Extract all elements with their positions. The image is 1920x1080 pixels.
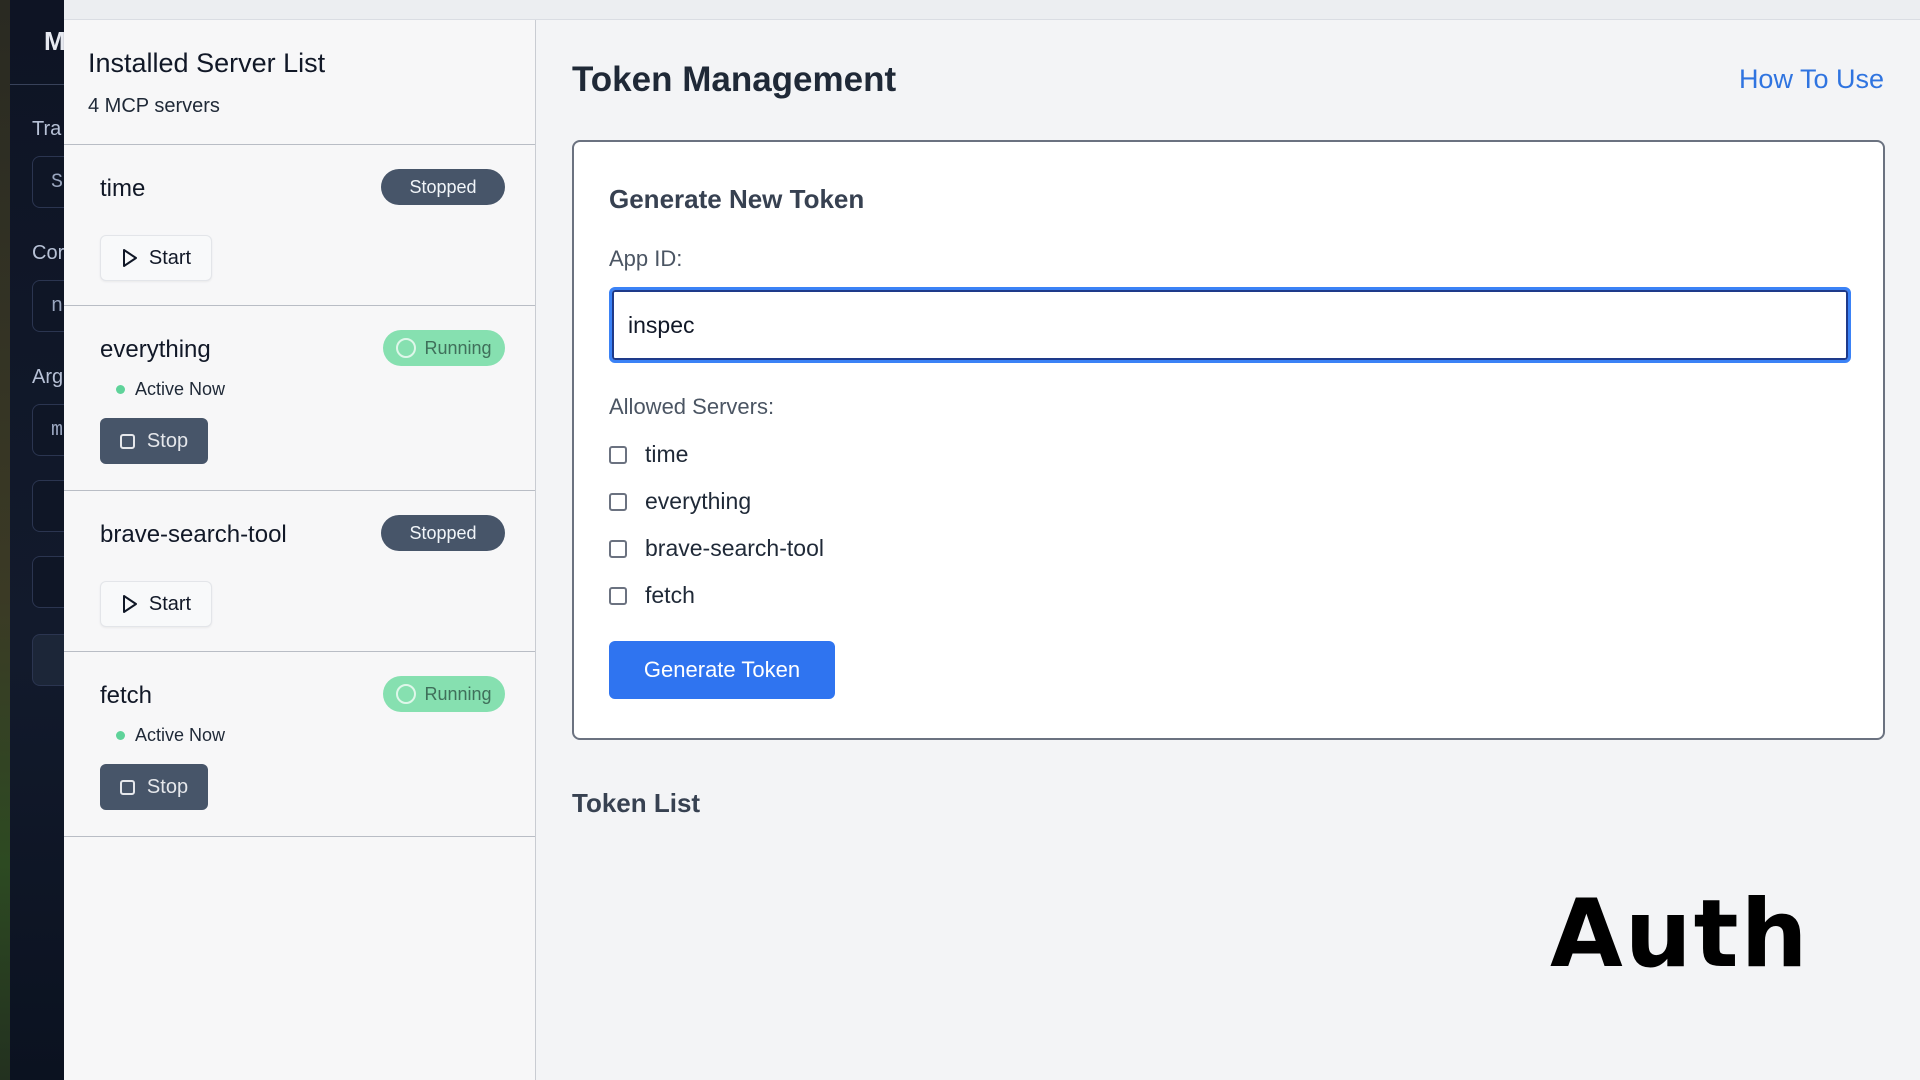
auth-overlay-caption: Auth: [1550, 880, 1810, 989]
checkbox[interactable]: [609, 586, 627, 605]
start-button[interactable]: Start: [100, 581, 212, 627]
status-label: Running: [424, 337, 492, 358]
app-id-label: App ID:: [609, 246, 683, 271]
server-count: 4 MCP servers: [88, 95, 220, 117]
active-label: Active Now: [135, 379, 226, 399]
allowed-server-fetch[interactable]: fetch: [609, 582, 695, 609]
checkbox[interactable]: [609, 492, 627, 511]
loading-spinner-icon: [396, 338, 417, 358]
play-icon: [122, 595, 137, 613]
allowed-servers-label: Allowed Servers:: [609, 394, 775, 419]
generate-token-button[interactable]: Generate Token: [609, 641, 835, 699]
active-dot-icon: [116, 385, 125, 394]
active-indicator: Active Now: [116, 379, 225, 400]
sidebar-title: Installed Server List: [88, 48, 326, 78]
stop-icon: [119, 433, 135, 449]
server-name: fetch: [100, 682, 153, 709]
status-badge: Stopped: [381, 169, 505, 205]
server-item-everything: everything Running Active Now Stop: [64, 306, 535, 491]
checkbox[interactable]: [609, 445, 627, 464]
status-label: Stopped: [409, 522, 477, 543]
background-app-fragment: M: [44, 26, 64, 56]
page-title: Token Management: [572, 60, 897, 99]
checkbox-label: everything: [645, 488, 752, 514]
play-icon: [122, 249, 137, 267]
status-badge: Running: [383, 330, 505, 366]
background-app-field: S: [32, 156, 64, 208]
background-app-field: [32, 634, 64, 686]
background-app-fragment: Arg: [32, 366, 64, 388]
loading-spinner-icon: [396, 684, 417, 704]
server-item-brave-search-tool: brave-search-tool Stopped Start: [64, 491, 535, 652]
background-app-field: [32, 556, 64, 608]
active-dot-icon: [116, 731, 125, 740]
background-app-field: [32, 480, 64, 532]
active-indicator: Active Now: [116, 725, 225, 746]
background-app-fragment: m: [51, 419, 64, 442]
token-list-title: Token List: [572, 788, 701, 818]
sidebar-header: Installed Server List 4 MCP servers: [64, 20, 535, 145]
background-app-fragment: Cor: [32, 242, 64, 264]
start-button-label: Start: [148, 246, 192, 269]
status-badge: Stopped: [381, 515, 505, 551]
status-label: Running: [424, 683, 492, 704]
stop-button-label: Stop: [146, 429, 189, 452]
stop-button[interactable]: Stop: [100, 418, 208, 464]
app-window: Installed Server List 4 MCP servers time…: [64, 0, 1920, 1080]
stop-icon: [119, 779, 135, 795]
allowed-server-brave-search-tool[interactable]: brave-search-tool: [609, 535, 824, 562]
checkbox-label: brave-search-tool: [645, 535, 824, 561]
token-management-panel: Token Management How To Use Generate New…: [536, 20, 1920, 1080]
generate-token-card: Generate New Token App ID: Allowed Serve…: [572, 140, 1885, 740]
background-app-fragment: n: [51, 295, 64, 318]
server-item-time: time Stopped Start: [64, 145, 535, 306]
background-app-panel: M Tra S Cor n Arg m: [0, 0, 64, 1080]
background-app-fragment: Tra: [32, 118, 62, 140]
background-app-field: n: [32, 280, 64, 332]
desktop-edge: [0, 0, 10, 1080]
server-name: brave-search-tool: [100, 521, 287, 548]
status-label: Stopped: [409, 176, 477, 197]
checkbox-label: time: [645, 441, 689, 467]
stop-button-label: Stop: [146, 775, 189, 798]
start-button-label: Start: [148, 592, 192, 615]
divider: [10, 84, 64, 85]
app-id-input[interactable]: [609, 287, 1851, 363]
card-title: Generate New Token: [609, 184, 865, 214]
allowed-server-everything[interactable]: everything: [609, 488, 751, 515]
server-item-fetch: fetch Running Active Now Stop: [64, 652, 535, 837]
start-button[interactable]: Start: [100, 235, 212, 281]
stop-button[interactable]: Stop: [100, 764, 208, 810]
background-app-field: m: [32, 404, 64, 456]
checkbox[interactable]: [609, 539, 627, 558]
server-name: everything: [100, 336, 211, 363]
allowed-server-time[interactable]: time: [609, 441, 688, 468]
background-app-fragment: S: [51, 171, 64, 194]
server-name: time: [100, 175, 146, 202]
window-top-strip: [64, 0, 1920, 20]
status-badge: Running: [383, 676, 505, 712]
server-list-sidebar: Installed Server List 4 MCP servers time…: [64, 20, 536, 1080]
active-label: Active Now: [135, 725, 226, 745]
checkbox-label: fetch: [645, 582, 695, 608]
how-to-use-link[interactable]: How To Use: [1739, 64, 1884, 95]
